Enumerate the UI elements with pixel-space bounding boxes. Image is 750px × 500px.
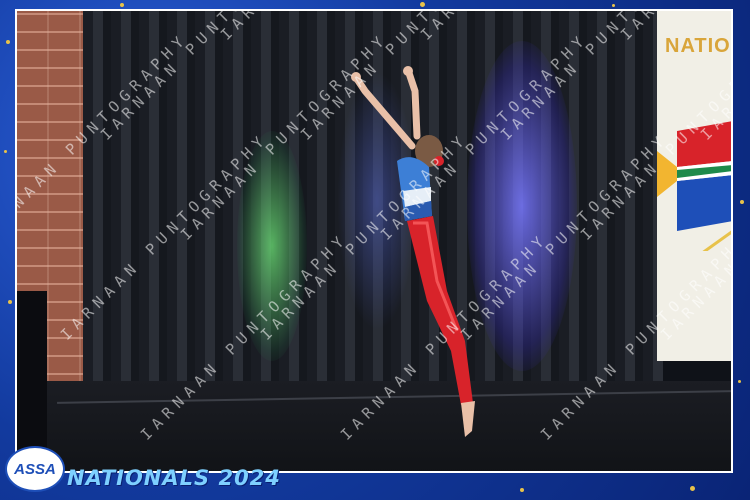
photo-border bbox=[15, 9, 733, 473]
gold-speck bbox=[740, 200, 744, 204]
event-title: NATIONALS 2024 bbox=[67, 466, 281, 490]
gold-speck bbox=[4, 150, 7, 153]
logo-text: ASSA bbox=[14, 460, 56, 478]
gold-speck bbox=[420, 2, 425, 7]
gold-speck bbox=[120, 3, 124, 7]
gold-speck bbox=[690, 486, 695, 491]
gold-speck bbox=[6, 40, 10, 44]
gold-speck bbox=[8, 300, 12, 304]
gold-speck bbox=[612, 4, 615, 7]
gold-speck bbox=[738, 380, 741, 383]
assa-logo: ASSA bbox=[5, 446, 65, 492]
gold-speck bbox=[520, 488, 524, 492]
photo-frame: NATIO PUNTOGRAPHY IARNAAN PUNTOGRAPHY IA… bbox=[0, 0, 750, 500]
